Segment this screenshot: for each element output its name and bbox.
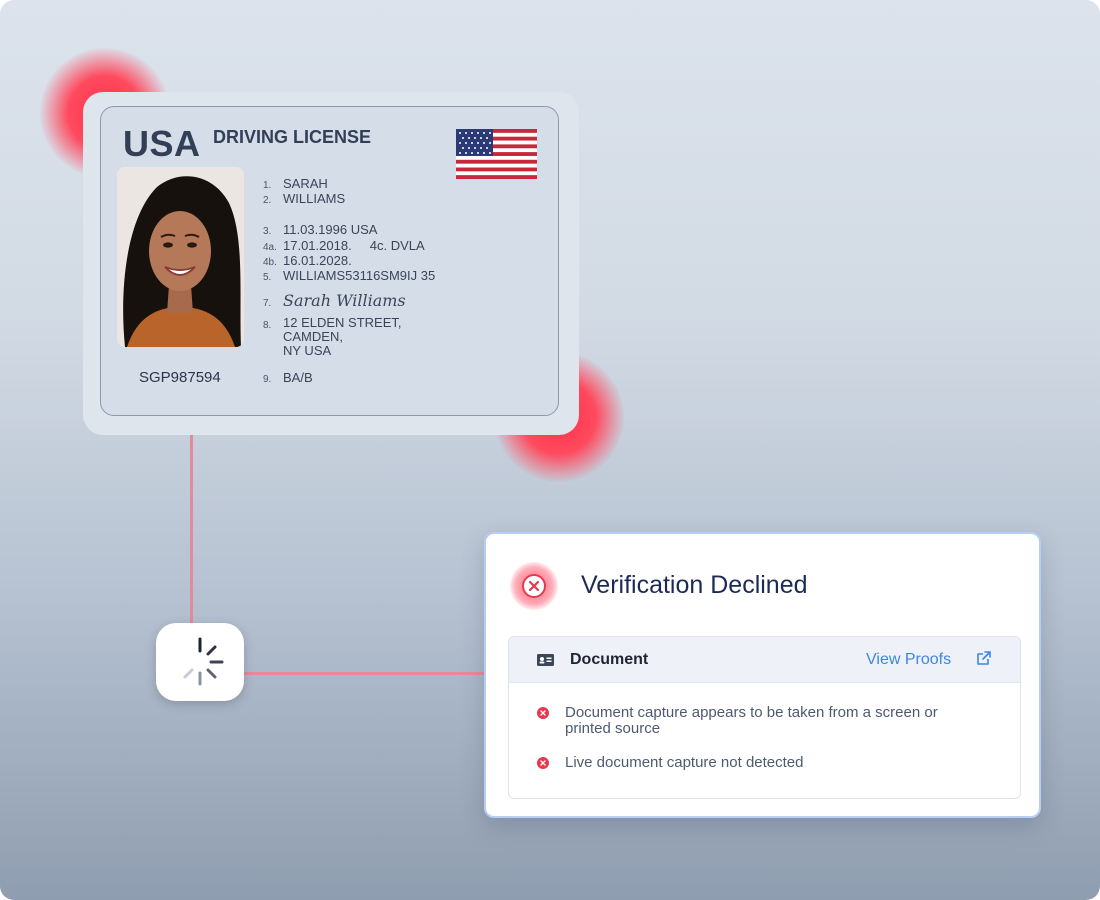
driving-license-card: USA DRIVING LICENSE SGP987594 1. SARAH 2…: [100, 106, 559, 416]
field-address: 8. 12 ELDEN STREET, CAMDEN, NY USA: [263, 315, 402, 358]
error-dot-icon: [537, 707, 549, 719]
document-section-label: Document: [570, 651, 649, 668]
document-section: Document View Proofs Document capture ap…: [508, 636, 1021, 799]
canvas: USA DRIVING LICENSE SGP987594 1. SARAH 2…: [0, 0, 1100, 900]
decline-reason-text: Live document capture not detected: [565, 754, 804, 771]
decline-reason-text: Document capture appears to be taken fro…: [565, 704, 938, 737]
verification-result-panel: Verification Declined Document View Proo…: [484, 532, 1041, 818]
us-flag-icon: [456, 129, 537, 179]
holder-photo: [117, 167, 244, 347]
field-birth-date: 3. 11.03.1996 USA: [263, 222, 378, 237]
license-country: USA: [123, 123, 201, 164]
license-type: DRIVING LICENSE: [213, 127, 372, 147]
document-number: SGP987594: [139, 369, 221, 386]
decline-x-icon: [510, 562, 558, 610]
field-license-number: 5. WILLIAMS53116SM9IJ 35: [263, 268, 436, 283]
field-first-name: 1. SARAH: [263, 176, 328, 191]
external-link-icon[interactable]: [975, 649, 993, 667]
connector-line-horizontal: [238, 672, 488, 675]
field-issue-date: 4a. 17.01.2018. 4c. DVLA: [263, 238, 425, 253]
document-section-header: Document View Proofs: [509, 637, 1020, 683]
field-expiry-date: 4b. 16.01.2028.: [263, 253, 352, 268]
id-card-icon: [537, 654, 554, 666]
field-signature: 7. Sarah Williams: [263, 291, 406, 310]
processing-node: [156, 623, 244, 701]
loading-spinner-icon: [183, 637, 224, 686]
error-dot-icon: [537, 757, 549, 769]
field-last-name: 2. WILLIAMS: [263, 191, 346, 206]
field-category: 9. BA/B: [263, 370, 313, 385]
connector-line-vertical: [190, 412, 193, 644]
view-proofs-link[interactable]: View Proofs: [866, 651, 951, 669]
verification-status-title: Verification Declined: [581, 571, 808, 599]
